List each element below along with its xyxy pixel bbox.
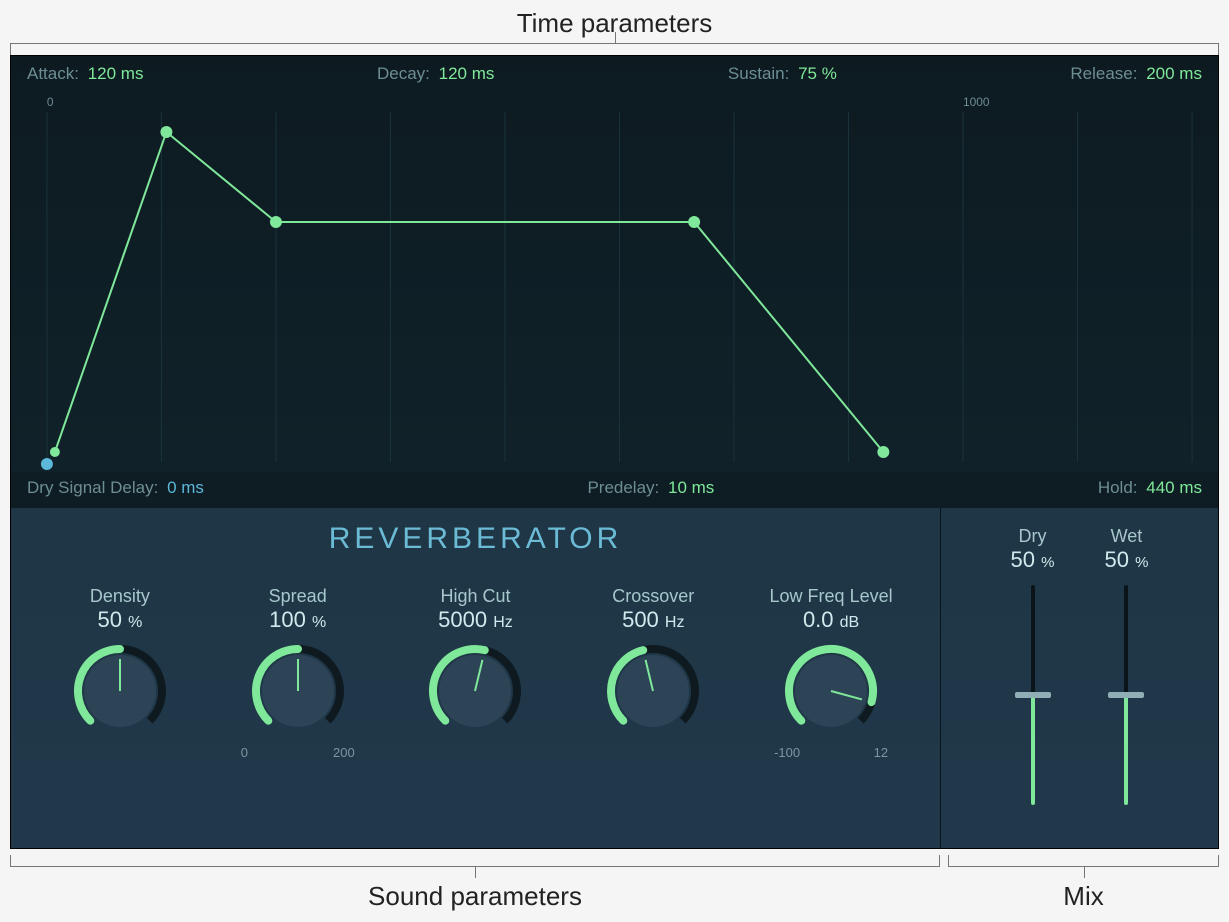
reverb-plugin-window: Attack: 120 ms Decay: 120 ms Sustain: 75… bbox=[10, 55, 1219, 849]
sustain-value: 75 % bbox=[798, 64, 837, 83]
release-value: 200 ms bbox=[1146, 64, 1202, 83]
lowfreq-knob[interactable]: 0 bbox=[781, 641, 881, 741]
decay-label: Decay: bbox=[377, 64, 430, 83]
release-label: Release: bbox=[1070, 64, 1137, 83]
wet-label: Wet bbox=[1105, 526, 1149, 547]
axis-max-label: 1000 bbox=[963, 95, 990, 109]
dry-signal-delay-param[interactable]: Dry Signal Delay: 0 ms bbox=[27, 478, 204, 498]
decay-value: 120 ms bbox=[439, 64, 495, 83]
wet-slider[interactable] bbox=[1108, 585, 1144, 805]
adsr-readout-row: Attack: 120 ms Decay: 120 ms Sustain: 75… bbox=[11, 56, 1218, 88]
crossover-knob-cell: Crossover 500 Hz bbox=[568, 586, 738, 741]
density-value: 50 % bbox=[35, 607, 205, 633]
density-label: Density bbox=[35, 586, 205, 607]
mix-panel: Dry 50 % Wet 50 % bbox=[941, 508, 1218, 848]
spread-knob[interactable] bbox=[248, 641, 348, 741]
predelay-param[interactable]: Predelay: 10 ms bbox=[587, 478, 714, 498]
sustain-label: Sustain: bbox=[728, 64, 789, 83]
lowfreq-value: 0.0 dB bbox=[746, 607, 916, 633]
crossover-value: 500 Hz bbox=[568, 607, 738, 633]
crossover-knob[interactable] bbox=[603, 641, 703, 741]
highcut-value: 5000 Hz bbox=[390, 607, 560, 633]
hold-param[interactable]: Hold: 440 ms bbox=[1098, 478, 1202, 498]
dry-label: Dry bbox=[1011, 526, 1055, 547]
lowfreq-knob-cell: Low Freq Level 0.0 dB 0 -10012 bbox=[746, 586, 916, 760]
bracket-mix bbox=[948, 855, 1219, 867]
attack-value: 120 ms bbox=[88, 64, 144, 83]
envelope-start-handle[interactable] bbox=[41, 458, 53, 470]
predelay-label: Predelay: bbox=[587, 478, 659, 497]
reverberator-title: REVERBERATOR bbox=[11, 522, 940, 556]
density-knob[interactable] bbox=[70, 641, 170, 741]
envelope-grid bbox=[47, 112, 1192, 462]
lowfreq-label: Low Freq Level bbox=[746, 586, 916, 607]
annotation-mix: Mix bbox=[948, 881, 1219, 912]
spread-ticks: 0200 bbox=[213, 741, 383, 760]
attack-label: Attack: bbox=[27, 64, 79, 83]
envelope-node-0[interactable] bbox=[50, 447, 60, 457]
time-parameters-panel: Attack: 120 ms Decay: 120 ms Sustain: 75… bbox=[11, 56, 1218, 508]
bracket-sound bbox=[10, 855, 940, 867]
axis-min-label: 0 bbox=[47, 95, 54, 109]
hold-label: Hold: bbox=[1098, 478, 1138, 497]
attack-param[interactable]: Attack: 120 ms bbox=[27, 64, 143, 84]
density-knob-cell: Density 50 % bbox=[35, 586, 205, 741]
dry-signal-delay-label: Dry Signal Delay: bbox=[27, 478, 158, 497]
highcut-knob[interactable] bbox=[425, 641, 525, 741]
envelope-node-decay[interactable] bbox=[270, 216, 282, 228]
envelope-node-attack[interactable] bbox=[160, 126, 172, 138]
crossover-label: Crossover bbox=[568, 586, 738, 607]
knob-row: Density 50 % Spread 100 % 0200 High Cut … bbox=[11, 586, 940, 760]
hold-value: 440 ms bbox=[1146, 478, 1202, 497]
dry-value: 50 % bbox=[1011, 547, 1055, 573]
spread-knob-cell: Spread 100 % 0200 bbox=[213, 586, 383, 760]
dry-slider[interactable] bbox=[1015, 585, 1051, 805]
sound-parameters-panel: REVERBERATOR Density 50 % Spread 100 % 0… bbox=[11, 508, 941, 848]
sustain-param[interactable]: Sustain: 75 % bbox=[728, 64, 837, 84]
dry-slider-cell: Dry 50 % bbox=[1011, 526, 1055, 828]
envelope-display[interactable]: 0 1000 bbox=[27, 92, 1202, 472]
wet-value: 50 % bbox=[1105, 547, 1149, 573]
annotation-sound-parameters: Sound parameters bbox=[10, 881, 940, 912]
decay-param[interactable]: Decay: 120 ms bbox=[377, 64, 494, 84]
delay-readout-row: Dry Signal Delay: 0 ms Predelay: 10 ms H… bbox=[11, 472, 1218, 508]
highcut-label: High Cut bbox=[390, 586, 560, 607]
lowfreq-ticks: -10012 bbox=[746, 741, 916, 760]
predelay-value: 10 ms bbox=[668, 478, 714, 497]
envelope-curve[interactable] bbox=[55, 132, 883, 452]
dry-signal-delay-value: 0 ms bbox=[167, 478, 204, 497]
wet-slider-cell: Wet 50 % bbox=[1105, 526, 1149, 828]
spread-label: Spread bbox=[213, 586, 383, 607]
release-param[interactable]: Release: 200 ms bbox=[1070, 64, 1202, 84]
highcut-knob-cell: High Cut 5000 Hz bbox=[390, 586, 560, 741]
spread-value: 100 % bbox=[213, 607, 383, 633]
envelope-node-release[interactable] bbox=[877, 446, 889, 458]
envelope-node-sustain-end[interactable] bbox=[688, 216, 700, 228]
bracket-top bbox=[10, 43, 1219, 55]
